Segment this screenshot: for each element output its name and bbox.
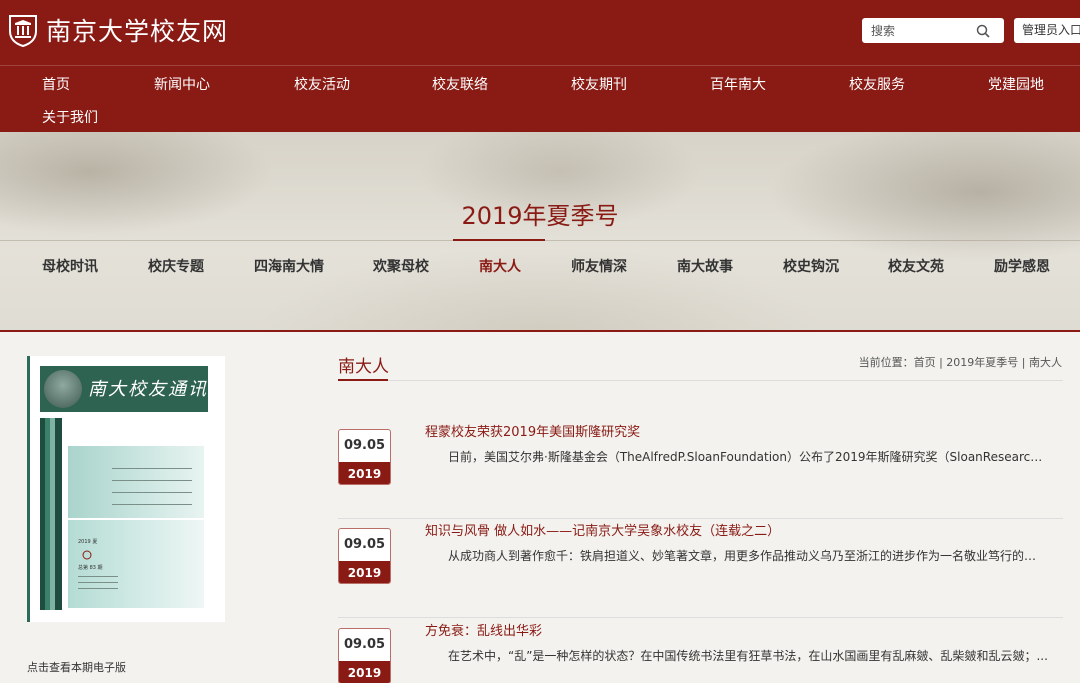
category-tab-literature[interactable]: 校友文苑 xyxy=(888,256,944,276)
nav-item-home[interactable]: 首页 xyxy=(42,74,70,94)
news-item: 09.05 2019 程蒙校友荣获2019年美国斯隆研究奖 日前，美国艾尔弗·斯… xyxy=(338,421,1063,519)
search-icon[interactable] xyxy=(973,21,993,41)
cover-year: 2019 夏 xyxy=(78,539,98,545)
site-title: 南京大学校友网 xyxy=(46,17,229,46)
category-tab-archive[interactable]: 校史钩沉 xyxy=(783,256,839,276)
news-divider xyxy=(338,617,1063,618)
cover-photo xyxy=(44,370,82,408)
nav-item-party[interactable]: 党建园地 xyxy=(988,74,1044,94)
cover-issue-number: 总第 83 期 xyxy=(78,565,103,571)
cover-contents-box xyxy=(68,446,204,518)
nav-item-about[interactable]: 关于我们 xyxy=(42,107,98,127)
news-title-link[interactable]: 知识与风骨 做人如水——记南京大学吴象水校友（连载之二） xyxy=(425,520,780,539)
nav-item-services[interactable]: 校友服务 xyxy=(849,74,905,94)
issue-title-underline xyxy=(453,239,545,241)
site-header: 南京大学校友网 管理员入口 首页 新闻中心 校友活动 校友联络 校友期刊 百年南… xyxy=(0,0,1080,132)
admin-login-button[interactable]: 管理员入口 xyxy=(1014,18,1080,43)
news-year: 2019 xyxy=(339,561,390,583)
category-tab-anniversary[interactable]: 校庆专题 xyxy=(148,256,204,276)
cover-calligraphy: 南大校友通讯 xyxy=(88,379,208,400)
breadcrumb-home[interactable]: 首页 xyxy=(914,356,936,369)
category-tab-mentors[interactable]: 师友情深 xyxy=(571,256,627,276)
news-summary: 日前，美国艾尔弗·斯隆基金会（TheAlfredP.SloanFoundatio… xyxy=(448,450,1048,464)
cover-issue-box: 2019 夏 总第 83 期 xyxy=(68,520,204,608)
cover-stripes xyxy=(40,418,62,610)
cover-header: 南大校友通讯 xyxy=(40,366,208,412)
news-divider xyxy=(338,518,1063,519)
issue-title: 2019年夏季号 xyxy=(461,202,619,230)
issue-banner xyxy=(0,132,1080,330)
nav-item-history[interactable]: 百年南大 xyxy=(710,74,766,94)
header-divider xyxy=(0,65,1080,66)
site-brand[interactable]: 南京大学校友网 xyxy=(8,10,228,50)
date-badge: 09.05 2019 xyxy=(338,528,391,584)
date-badge: 09.05 2019 xyxy=(338,429,391,485)
news-title-link[interactable]: 程蒙校友荣获2019年美国斯隆研究奖 xyxy=(425,421,640,440)
issue-cover[interactable]: 南大校友通讯 2019 夏 总第 83 期 xyxy=(27,356,225,622)
news-title-link[interactable]: 方免衰：乱线出华彩 xyxy=(425,620,542,639)
nav-item-activities[interactable]: 校友活动 xyxy=(294,74,350,94)
news-item: 09.05 2019 方免衰：乱线出华彩 在艺术中，“乱”是一种怎样的状态？在中… xyxy=(338,620,1063,683)
cover-caption-link[interactable]: 点击查看本期电子版 xyxy=(27,659,126,675)
category-tab-worldwide[interactable]: 四海南大情 xyxy=(254,256,324,276)
news-year: 2019 xyxy=(339,462,390,484)
category-tab-news[interactable]: 母校时讯 xyxy=(42,256,98,276)
breadcrumb-current[interactable]: 南大人 xyxy=(1029,356,1062,369)
news-date: 09.05 xyxy=(343,438,386,453)
breadcrumb: 当前位置：首页 | 2019年夏季号 | 南大人 xyxy=(859,354,1062,370)
news-summary: 从成功商人到著作愈千：铁肩担道义、妙笔著文章，用更多作品推动义乌乃至浙江的进步作… xyxy=(448,549,1048,563)
nav-item-journal[interactable]: 校友期刊 xyxy=(571,74,627,94)
news-year: 2019 xyxy=(339,661,390,683)
breadcrumb-separator: | xyxy=(1018,356,1029,369)
category-tab-gratitude[interactable]: 励学感恩 xyxy=(994,256,1050,276)
search-input[interactable] xyxy=(863,23,973,38)
news-date: 09.05 xyxy=(343,537,386,552)
news-summary: 在艺术中，“乱”是一种怎样的状态？在中国传统书法里有狂草书法，在山水国画里有乱麻… xyxy=(448,649,1048,663)
university-logo-icon xyxy=(9,15,37,47)
nav-item-news[interactable]: 新闻中心 xyxy=(154,74,210,94)
section-divider xyxy=(338,380,1063,381)
category-tab-reunion[interactable]: 欢聚母校 xyxy=(373,256,429,276)
news-item: 09.05 2019 知识与风骨 做人如水——记南京大学吴象水校友（连载之二） … xyxy=(338,520,1063,618)
news-date: 09.05 xyxy=(343,637,386,652)
breadcrumb-separator: | xyxy=(935,356,947,369)
category-tab-stories[interactable]: 南大故事 xyxy=(677,256,733,276)
section-title-underline xyxy=(338,379,388,381)
search-box xyxy=(862,18,1004,43)
nav-item-contact[interactable]: 校友联络 xyxy=(432,74,488,94)
breadcrumb-prefix: 当前位置： xyxy=(858,356,914,369)
banner-bottom-line xyxy=(0,330,1080,332)
category-tab-nju-people[interactable]: 南大人 xyxy=(479,256,521,276)
date-badge: 09.05 2019 xyxy=(338,628,391,683)
breadcrumb-issue[interactable]: 2019年夏季号 xyxy=(946,356,1018,369)
section-title: 南大人 xyxy=(338,357,389,377)
cover-emblem-icon xyxy=(82,550,92,560)
